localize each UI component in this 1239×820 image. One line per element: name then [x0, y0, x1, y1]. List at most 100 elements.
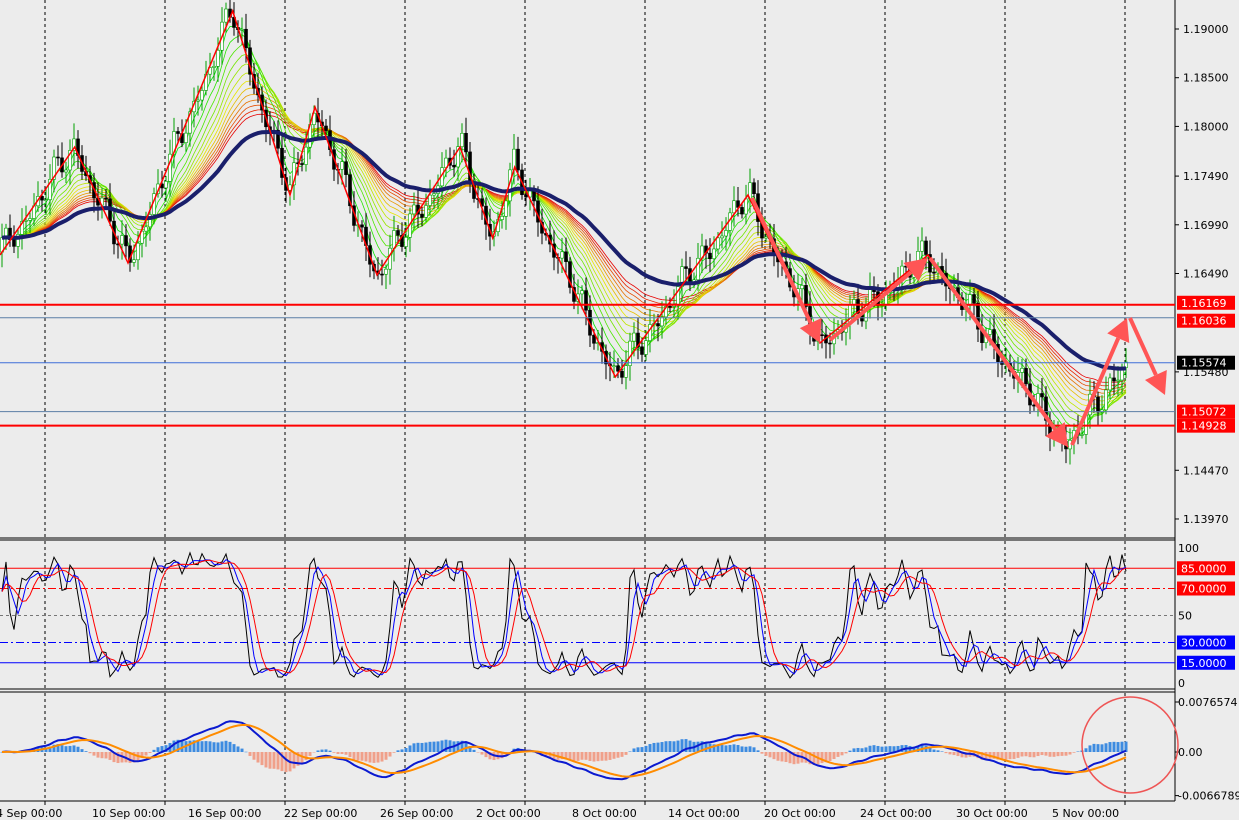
macd-histogram-bar [64, 746, 68, 752]
macd-histogram-bar [232, 744, 236, 752]
stochastic-level-label: 85.0000 [1181, 562, 1227, 575]
macd-histogram-bar [368, 752, 372, 763]
macd-histogram-bar [272, 752, 276, 769]
stochastic-axis-label: 50 [1178, 610, 1192, 623]
candle-body [640, 346, 644, 355]
macd-histogram-bar [228, 741, 232, 752]
macd-histogram-bar [292, 752, 296, 769]
candle-body [56, 156, 60, 159]
macd-histogram-bar [108, 752, 112, 760]
candle-body [628, 340, 632, 366]
macd-histogram-bar [1100, 744, 1104, 752]
macd-histogram-bar [776, 752, 780, 761]
time-axis-label: 5 Nov 00:00 [1052, 807, 1119, 820]
candle-body [460, 132, 464, 147]
candle-body [564, 251, 568, 262]
candle-body [404, 237, 408, 247]
candle-body [684, 266, 688, 269]
macd-histogram-bar [80, 749, 84, 752]
macd-histogram-bar [432, 741, 436, 752]
candle-body [392, 230, 396, 249]
macd-histogram-bar [732, 744, 736, 752]
candle-body [532, 190, 536, 202]
price-level-tag-label: 1.15072 [1181, 406, 1227, 419]
macd-histogram-bar [1004, 752, 1008, 760]
macd-histogram-bar [676, 740, 680, 752]
candle-body [124, 235, 128, 247]
macd-histogram-bar [248, 752, 252, 756]
macd-histogram-bar [620, 752, 624, 757]
time-axis-label: 22 Sep 00:00 [284, 807, 357, 820]
macd-histogram-bar [588, 752, 592, 761]
macd-histogram-bar [1112, 741, 1116, 752]
macd-histogram-bar [376, 752, 380, 763]
stochastic-level-label: 70.0000 [1181, 583, 1227, 596]
candle-body [624, 365, 628, 378]
candle-body [1020, 368, 1024, 373]
macd-histogram-bar [76, 746, 80, 752]
candle-body [920, 240, 924, 252]
time-axis-label: 26 Sep 00:00 [380, 807, 453, 820]
macd-histogram-bar [324, 749, 328, 752]
macd-histogram-bar [332, 752, 336, 753]
candle-body [580, 290, 584, 295]
macd-histogram-bar [936, 750, 940, 752]
time-axis-label: 20 Oct 00:00 [764, 807, 836, 820]
candle-body [1116, 379, 1120, 382]
macd-histogram-bar [104, 752, 108, 759]
candle-body [424, 205, 428, 218]
macd-histogram-bar [636, 747, 640, 752]
price-level-tag-label: 1.16169 [1181, 297, 1227, 310]
candle-body [196, 99, 200, 102]
macd-histogram-bar [1032, 752, 1036, 758]
macd-histogram-bar [348, 752, 352, 758]
macd-histogram-bar [220, 741, 224, 752]
macd-histogram-bar [720, 745, 724, 752]
candle-body [244, 28, 248, 49]
candle-body [592, 334, 596, 344]
candle-body [644, 340, 648, 355]
macd-histogram-bar [884, 746, 888, 752]
candle-body [64, 169, 68, 173]
macd-histogram-bar [744, 746, 748, 752]
candle-body [804, 285, 808, 307]
macd-histogram-bar [644, 745, 648, 752]
macd-histogram-bar [1108, 742, 1112, 752]
macd-histogram-bar [308, 752, 312, 756]
macd-histogram-bar [836, 752, 840, 757]
macd-histogram-bar [648, 744, 652, 752]
time-axis-label: 24 Oct 00:00 [860, 807, 932, 820]
macd-histogram-bar [672, 741, 676, 752]
candle-body [1108, 377, 1112, 391]
candle-body [764, 236, 768, 239]
macd-histogram-bar [796, 752, 800, 764]
candle-body [660, 316, 664, 327]
macd-histogram-bar [656, 742, 660, 752]
macd-histogram-bar [828, 752, 832, 762]
candle-body [820, 334, 824, 337]
trading-chart[interactable]: 1.19000 1.18500 1.18000 1.17490 1.16990 1.164… [0, 0, 1239, 820]
candle-body [344, 161, 348, 175]
candle-body [428, 194, 432, 206]
time-axis-label: 16 Sep 00:00 [188, 807, 261, 820]
candle-body [452, 164, 456, 168]
macd-histogram-bar [396, 750, 400, 752]
candle-body [340, 161, 344, 170]
time-axis-label: 8 Oct 00:00 [572, 807, 637, 820]
candle-body [668, 306, 672, 308]
candle-body [464, 132, 468, 153]
candle-body [24, 220, 28, 222]
macd-histogram-bar [360, 752, 364, 761]
macd-histogram-bar [940, 751, 944, 752]
macd-histogram-bar [1120, 741, 1124, 752]
time-axis-label: 30 Oct 00:00 [956, 807, 1028, 820]
candle-body [516, 148, 520, 171]
macd-histogram-bar [204, 741, 208, 752]
macd-histogram-bar [212, 742, 216, 752]
macd-histogram-bar [320, 749, 324, 752]
candle-body [1040, 393, 1044, 398]
macd-histogram-bar [856, 747, 860, 752]
macd-histogram-bar [820, 752, 824, 764]
macd-histogram-bar [760, 752, 764, 754]
candle-body [388, 247, 392, 270]
